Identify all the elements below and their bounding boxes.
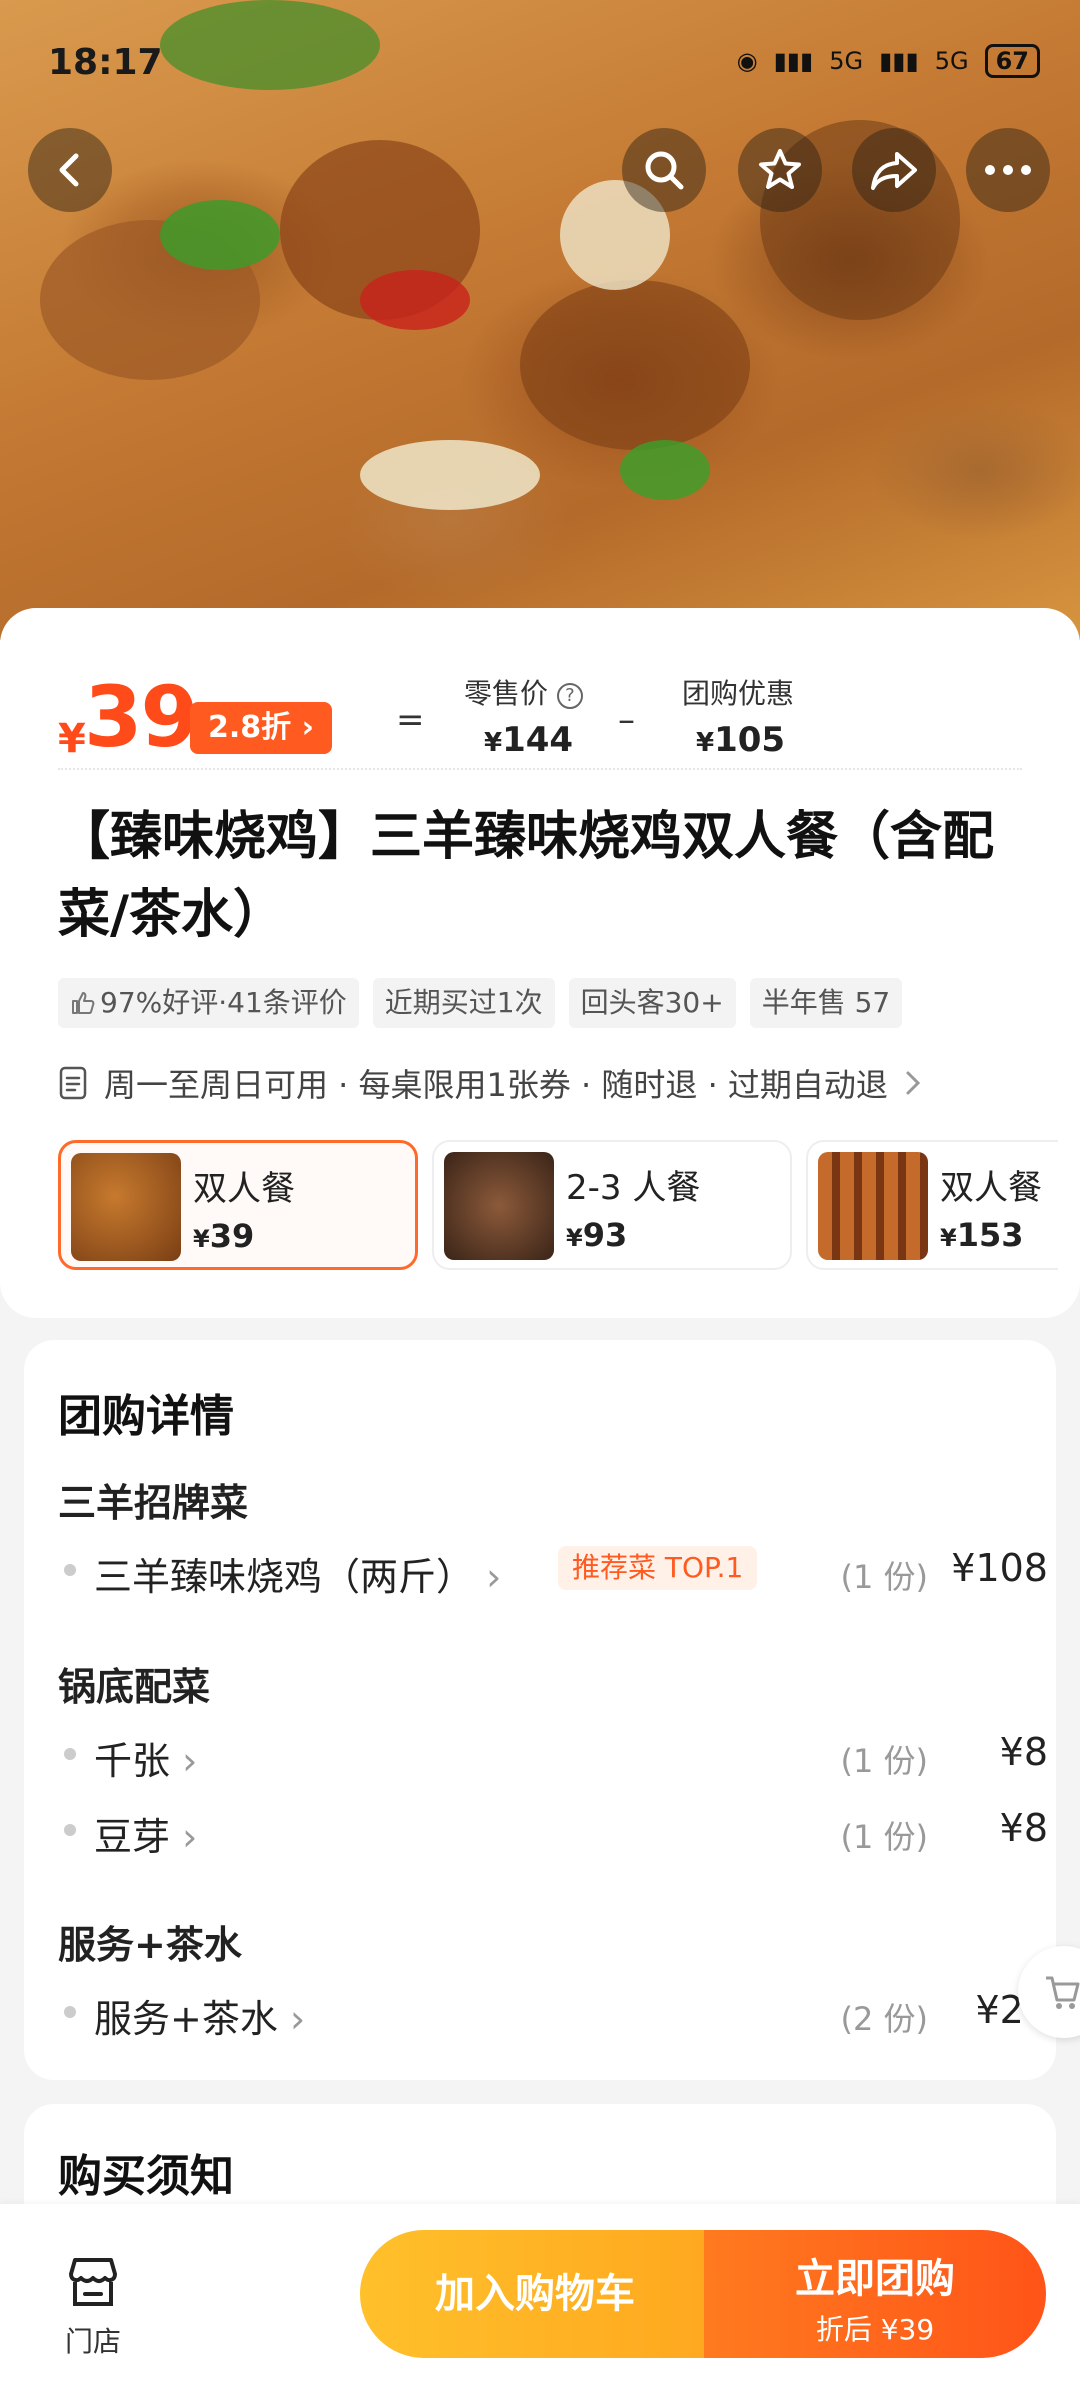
package-options: 双人餐 ¥39 2-3 人餐 ¥93 双人餐 ¥153 <box>58 1140 1058 1270</box>
buy-now-subtext: 折后 ¥39 <box>815 2313 935 2346</box>
battery-icon: 67 <box>984 44 1040 78</box>
group-title: 服务+茶水 <box>58 1923 242 1967</box>
shop-label: 门店 <box>64 2325 121 2358</box>
group-deal-details: 团购详情 三羊招牌菜 三羊臻味烧鸡（两斤） › 推荐菜 TOP.1 (1 份) … <box>24 1340 1056 2080</box>
retail-price-value: ¥144 <box>484 720 574 760</box>
thumbs-up-icon <box>72 992 95 1014</box>
favorite-button[interactable] <box>738 128 822 212</box>
signal-icon-2: ▮▮▮ <box>879 47 919 75</box>
price-currency: ¥ <box>58 716 86 762</box>
bottom-action-bar: 门店 加入购物车 立即团购 折后 ¥39 <box>0 2204 1080 2382</box>
search-icon <box>645 151 684 190</box>
hero-image[interactable]: 18:17 ◉ ▮▮▮ 5G ▮▮▮ 5G 67 <box>0 0 1080 640</box>
minus-sign: – <box>618 700 635 740</box>
chevron-right-icon: › <box>486 1555 502 1599</box>
group-discount-value: ¥105 <box>696 720 786 760</box>
rating-tag[interactable]: 97%好评·41条评价 <box>58 978 359 1028</box>
current-price: 39 <box>84 668 199 766</box>
list-item[interactable]: 千张 › (1 份) ¥8 <box>58 1724 1048 1784</box>
back-arrow-icon <box>59 153 79 187</box>
repeat-customers-tag: 回头客30+ <box>568 978 736 1028</box>
group-title: 锅底配菜 <box>58 1665 211 1709</box>
package-thumbnail <box>818 1152 928 1260</box>
wifi-icon: ◉ <box>736 47 758 75</box>
deal-summary-card: ¥ 39 2.8折 › = 零售价 ? ¥144 – 团购优惠 ¥105 【臻味… <box>0 608 1080 1318</box>
more-button[interactable] <box>966 128 1050 212</box>
notice-title: 购买须知 <box>58 2151 234 2202</box>
equals-sign: = <box>396 700 425 740</box>
usage-rules-row[interactable]: 周一至周日可用 · 每桌限用1张券 · 随时退 · 过期自动退 <box>58 1060 922 1106</box>
retail-price-label: 零售价 ? <box>464 672 583 712</box>
help-icon[interactable]: ? <box>556 683 583 709</box>
network-5g-2: 5G <box>934 47 969 75</box>
status-time: 18:17 <box>48 42 163 83</box>
status-icons: ◉ ▮▮▮ 5G ▮▮▮ 5G 67 <box>737 44 1040 78</box>
group-title: 三羊招牌菜 <box>58 1481 249 1525</box>
star-icon <box>759 149 801 189</box>
list-item[interactable]: 豆芽 › (1 份) ¥8 <box>58 1800 1048 1860</box>
share-button[interactable] <box>852 128 936 212</box>
divider <box>58 768 1022 770</box>
stats-tags: 97%好评·41条评价 近期买过1次 回头客30+ 半年售 57 <box>58 978 903 1028</box>
buy-now-label: 立即团购 <box>795 2256 955 2302</box>
package-option-1[interactable]: 双人餐 ¥39 <box>58 1140 418 1270</box>
package-option-3[interactable]: 双人餐 ¥153 <box>806 1140 1058 1270</box>
half-year-sales-tag: 半年售 57 <box>749 978 903 1028</box>
chevron-right-icon: › <box>182 1739 198 1783</box>
discount-badge[interactable]: 2.8折 › <box>190 702 332 754</box>
chevron-right-icon <box>906 1071 921 1095</box>
recommended-badge: 推荐菜 TOP.1 <box>558 1546 758 1590</box>
status-bar: 18:17 ◉ ▮▮▮ 5G ▮▮▮ 5G 67 <box>0 0 1080 120</box>
chevron-right-icon: › <box>289 1997 306 2041</box>
shop-button[interactable]: 门店 <box>58 2254 128 2360</box>
document-icon <box>59 1066 87 1100</box>
more-dots-icon <box>985 165 1031 175</box>
deal-title: 【臻味烧鸡】三羊臻味烧鸡双人餐（含配菜/茶水） <box>58 807 995 945</box>
usage-rules-text: 周一至周日可用 · 每桌限用1张券 · 随时退 · 过期自动退 <box>104 1066 888 1104</box>
list-item[interactable]: 服务+茶水 › (2 份) ¥20 <box>58 1982 1048 2042</box>
add-to-cart-button[interactable]: 加入购物车 <box>360 2230 710 2358</box>
group-discount-label: 团购优惠 <box>682 677 795 710</box>
store-icon <box>69 2258 117 2306</box>
package-thumbnail <box>444 1152 554 1260</box>
buy-now-button[interactable]: 立即团购 折后 ¥39 <box>704 2230 1046 2358</box>
chevron-right-icon: › <box>182 1815 198 1859</box>
package-thumbnail <box>71 1153 181 1261</box>
price-row: ¥ 39 2.8折 › = 零售价 ? ¥144 – 团购优惠 ¥105 <box>58 668 1018 768</box>
back-button[interactable] <box>28 128 112 212</box>
cart-icon <box>1046 1976 1080 2009</box>
share-icon <box>871 152 917 190</box>
list-item[interactable]: 三羊臻味烧鸡（两斤） › 推荐菜 TOP.1 (1 份) ¥108 <box>58 1540 1048 1600</box>
signal-icon: ▮▮▮ <box>773 47 814 75</box>
search-button[interactable] <box>622 128 706 212</box>
network-5g-1: 5G <box>829 47 864 75</box>
details-title: 团购详情 <box>58 1391 234 1442</box>
recent-purchase-tag: 近期买过1次 <box>372 978 555 1028</box>
package-option-2[interactable]: 2-3 人餐 ¥93 <box>432 1140 792 1270</box>
